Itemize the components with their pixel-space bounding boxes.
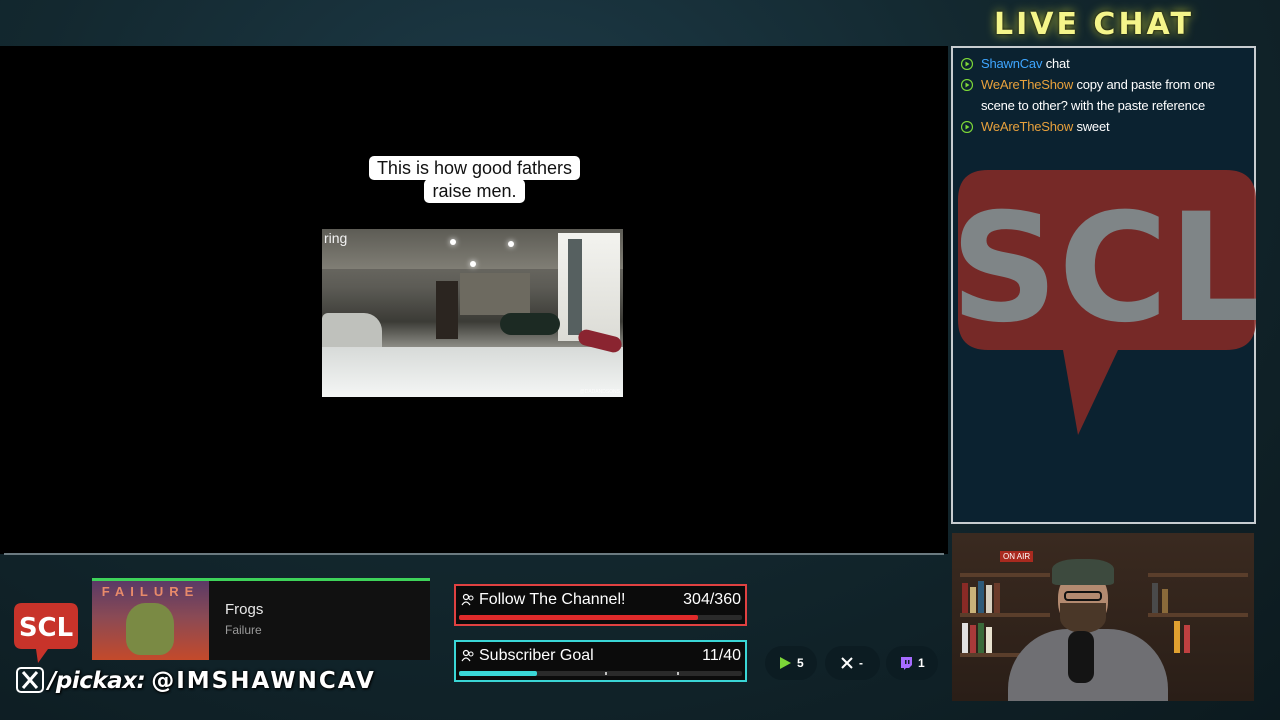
svg-text:SCL: SCL [19, 613, 73, 643]
subscriber-goal: Subscriber Goal 11/40 [454, 640, 747, 682]
chat-username[interactable]: WeAreTheShow [981, 77, 1073, 92]
subscriber-progress-fill [459, 671, 537, 676]
youtube-play-icon [961, 121, 973, 133]
chat-username[interactable]: ShawnCav [981, 56, 1042, 71]
follow-goal-label: Follow The Channel! [479, 591, 626, 608]
twitch-viewer-count: 1 [886, 646, 938, 680]
x-count: - [859, 656, 863, 670]
youtube-play-icon [780, 657, 791, 669]
chat-text: chat [1045, 56, 1070, 71]
social-handle-bar: /pickax: @IMSHAWNCAV [16, 667, 376, 699]
chat-message-list: ShawnCav chat WeAreTheShow copy and past… [959, 53, 1249, 137]
subscriber-goal-label: Subscriber Goal [479, 647, 594, 664]
live-chat-title: LIVE CHAT [994, 7, 1194, 42]
subscriber-goal-value: 11/40 [702, 647, 741, 664]
users-icon [461, 649, 474, 662]
twitch-count: 1 [918, 656, 925, 670]
track-artist: Failure [225, 623, 262, 637]
chat-message: ShawnCav chat [959, 53, 1249, 74]
x-logo-icon [16, 667, 44, 693]
follow-progress-fill [459, 615, 698, 620]
album-art: FAILURE [92, 581, 209, 660]
chat-panel: SCL ShawnCav chat WeAreTheShow copy and … [951, 46, 1256, 524]
chat-username[interactable]: WeAreTheShow [981, 119, 1073, 134]
pickax-label: /pickax: [48, 668, 146, 694]
youtube-viewer-count: 5 [765, 646, 817, 680]
ring-watermark: ring [324, 230, 348, 246]
twitch-icon [901, 657, 912, 670]
scl-bubble-watermark: SCL [958, 170, 1256, 435]
youtube-play-icon [961, 58, 973, 70]
frog-image [126, 603, 174, 655]
caption-line-2: raise men. [424, 179, 525, 203]
follow-progress-track [459, 615, 742, 620]
microphone [1068, 631, 1094, 683]
follow-goal-value: 304/360 [683, 591, 741, 608]
caption-line-1: This is how good fathers [368, 156, 581, 180]
social-handle: @IMSHAWNCAV [151, 668, 376, 694]
users-icon [461, 593, 474, 606]
album-title: FAILURE [101, 584, 200, 599]
now-playing-widget: FAILURE Frogs Failure [92, 578, 430, 660]
x-viewer-count: - [825, 646, 880, 680]
subscriber-progress-track [459, 671, 742, 676]
stage-divider [4, 553, 944, 555]
follow-goal: Follow The Channel! 304/360 [454, 584, 747, 626]
track-title: Frogs [225, 601, 264, 618]
x-logo-icon [841, 657, 853, 669]
webcam-feed: ON AIR [952, 533, 1254, 701]
video-caption: This is how good fathers raise men. [356, 156, 593, 203]
chat-message: WeAreTheShow sweet [959, 116, 1249, 137]
on-air-sign: ON AIR [1000, 551, 1034, 562]
youtube-play-icon [961, 79, 973, 91]
scl-logo: SCL [14, 603, 78, 663]
doorbell-video: ring @DADANDSONS [322, 229, 623, 397]
youtube-count: 5 [797, 656, 804, 670]
chat-text: sweet [1076, 119, 1110, 134]
chat-message: WeAreTheShow copy and paste from one sce… [959, 74, 1249, 116]
bubble-text: SCL [958, 182, 1256, 356]
